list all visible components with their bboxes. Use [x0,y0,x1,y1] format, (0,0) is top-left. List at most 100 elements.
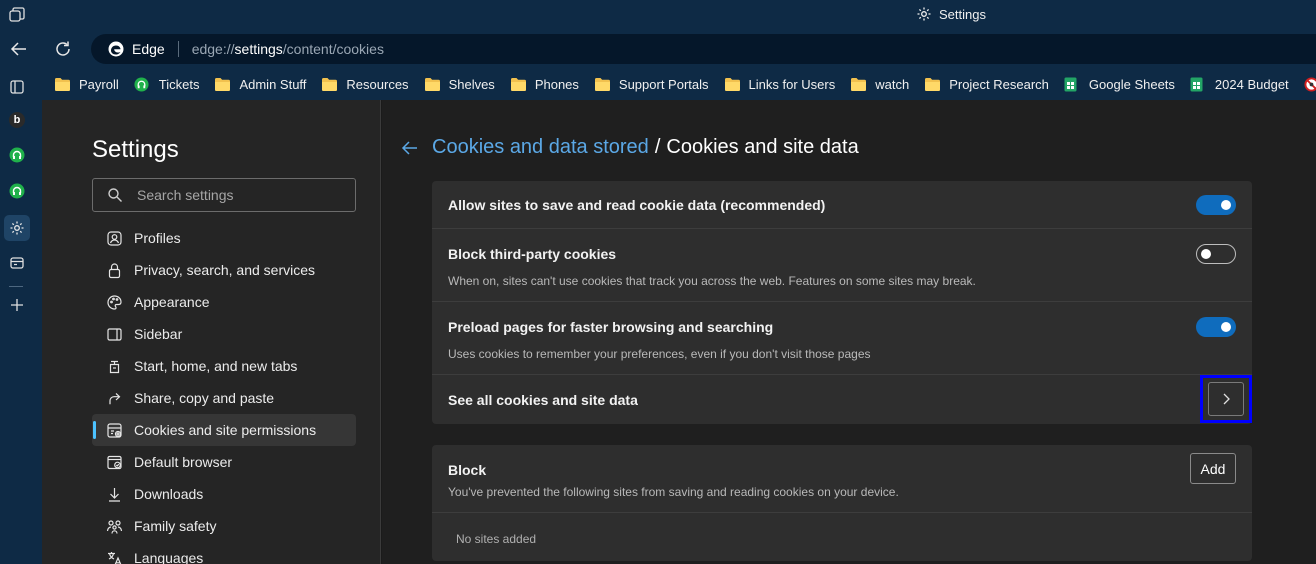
settings-nav: Profiles Privacy, search, and services App… [92,222,356,564]
favorite-phones[interactable]: Phones [510,77,579,92]
cookie-settings-card: Allow sites to save and read cookie data… [432,181,1252,424]
folder-icon [924,77,941,92]
favorite-tickets[interactable]: Tickets [134,76,200,92]
favorite-label: 2024 Budget [1214,76,1289,92]
folder-icon [321,77,338,92]
lock-icon [106,262,123,279]
block-header-row: Block You've prevented the following sit… [432,445,1252,513]
workspaces-icon[interactable] [8,6,26,24]
headset-icon [134,76,151,92]
settings-title: Settings [92,136,179,163]
window-title-text: Settings [939,6,986,22]
favorite-2024-budget[interactable]: 2024 Budget [1190,77,1289,92]
sidebar-item-sidebar[interactable]: Sidebar [92,318,356,350]
favorite-watch[interactable]: watch [850,77,909,92]
favorite-label: Admin Stuff [239,76,307,92]
sidebar-item-label: Cookies and site permissions [134,422,317,438]
favorite-links-for-users[interactable]: Links for Users [724,76,836,92]
sidebar-item-privacy-search-and-services[interactable]: Privacy, search, and services [92,254,356,286]
favorite-label: Links for Users [748,76,836,92]
sidebar-item-downloads[interactable]: Downloads [92,478,356,510]
favorite-label: Phones [534,76,579,92]
setting-title: See all cookies and site data [448,392,638,408]
block-description: You've prevented the following sites fro… [448,485,899,499]
settings-main: Cookies and data stored / Cookies and si… [382,100,1316,564]
chevron-right-icon [1220,392,1232,406]
favorite-label: Tickets [158,76,200,92]
sheets-icon [1064,77,1081,92]
sidebar-item-languages[interactable]: Languages [92,542,356,564]
favorite-resources[interactable]: Resources [321,76,409,92]
setting-title: Preload pages for faster browsing and se… [448,319,774,335]
favorite-admin-stuff[interactable]: Admin Stuff [214,77,306,92]
sidebar-item-start-home-and-new-tabs[interactable]: Start, home, and new tabs [92,350,356,382]
folder-icon [214,77,231,92]
allow-cookies-toggle[interactable] [1196,195,1236,215]
setting-row-allow-cookies: Allow sites to save and read cookie data… [432,181,1252,229]
address-bar[interactable]: Edge edge://settings/content/cookies [91,34,1316,64]
setting-description: When on, sites can't use cookies that tr… [448,274,976,288]
title-bar: Settings [0,0,1316,30]
share-icon [106,390,123,407]
back-arrow-icon[interactable] [9,39,29,59]
favorite-label: watch [875,76,910,92]
folder-icon [850,77,867,92]
browser-label: Edge [132,41,165,57]
tab-tickets-favicon-icon-2[interactable] [4,178,30,204]
empty-state-text: No sites added [456,532,537,546]
sidebar-item-profiles[interactable]: Profiles [92,222,356,254]
favorite-no-hello[interactable]: no hello [1304,76,1316,92]
tab-b-favicon-icon[interactable]: b [4,107,30,133]
tab-tickets-favicon-icon[interactable] [4,142,30,168]
block-card: Block You've prevented the following sit… [432,445,1252,561]
preload-pages-toggle[interactable] [1196,317,1236,337]
sidebar-item-label: Privacy, search, and services [134,262,316,278]
folder-icon [724,77,741,92]
sidebar-item-label: Share, copy and paste [134,390,275,406]
refresh-icon[interactable] [53,39,73,59]
navigation-bar: Edge edge://settings/content/cookies [0,30,1316,68]
tab-collections-icon[interactable] [4,250,30,276]
favorite-payroll[interactable]: Payroll [54,77,119,92]
favorite-shelves[interactable]: Shelves [424,77,495,92]
block-title: Block [448,462,487,478]
sidebar-item-label: Default browser [134,454,233,470]
setting-row-see-all-cookies[interactable]: See all cookies and site data [432,375,1252,424]
sidebar-item-default-browser[interactable]: Default browser [92,446,356,478]
sidebar-item-label: Downloads [134,486,204,502]
folder-icon [54,77,71,92]
back-arrow-icon[interactable] [400,138,420,158]
sidebar-item-label: Appearance [134,294,210,310]
add-button[interactable]: Add [1190,453,1236,484]
browser-icon [106,454,123,471]
tab-settings-gear-icon[interactable] [4,215,30,241]
window-title: Settings [916,6,986,22]
breadcrumb-parent-link[interactable]: Cookies and data stored [432,136,649,159]
language-icon [106,550,123,564]
block-third-party-toggle[interactable] [1196,244,1236,264]
see-all-cookies-button[interactable] [1208,382,1244,416]
search-box[interactable] [92,178,356,212]
new-tab-plus-icon[interactable] [4,292,30,318]
sidebar-item-cookies-and-site-permissions[interactable]: Cookies and site permissions [92,414,356,446]
cookie-permissions-icon [106,422,123,439]
favorite-google-sheets[interactable]: Google Sheets [1064,77,1175,92]
favorite-support-portals[interactable]: Support Portals [594,77,709,92]
rail-divider [9,286,23,287]
favorite-project-research[interactable]: Project Research [924,77,1049,92]
sidebar-item-label: Sidebar [134,326,183,342]
favorite-label: Payroll [79,76,119,92]
sidebar-item-label: Family safety [134,518,217,534]
tab-actions-icon[interactable] [4,74,30,100]
sidebar-item-family-safety[interactable]: Family safety [92,510,356,542]
favorite-label: Resources [346,76,409,92]
family-icon [106,518,123,535]
sidebar-item-label: Languages [134,550,204,564]
setting-title: Block third-party cookies [448,246,617,262]
sidebar-item-share-copy-and-paste[interactable]: Share, copy and paste [92,382,356,414]
url-text[interactable]: edge://settings/content/cookies [192,41,384,57]
highlight-frame [1200,375,1252,423]
folder-icon [424,77,441,92]
search-input[interactable] [137,187,337,203]
sidebar-item-appearance[interactable]: Appearance [92,286,356,318]
